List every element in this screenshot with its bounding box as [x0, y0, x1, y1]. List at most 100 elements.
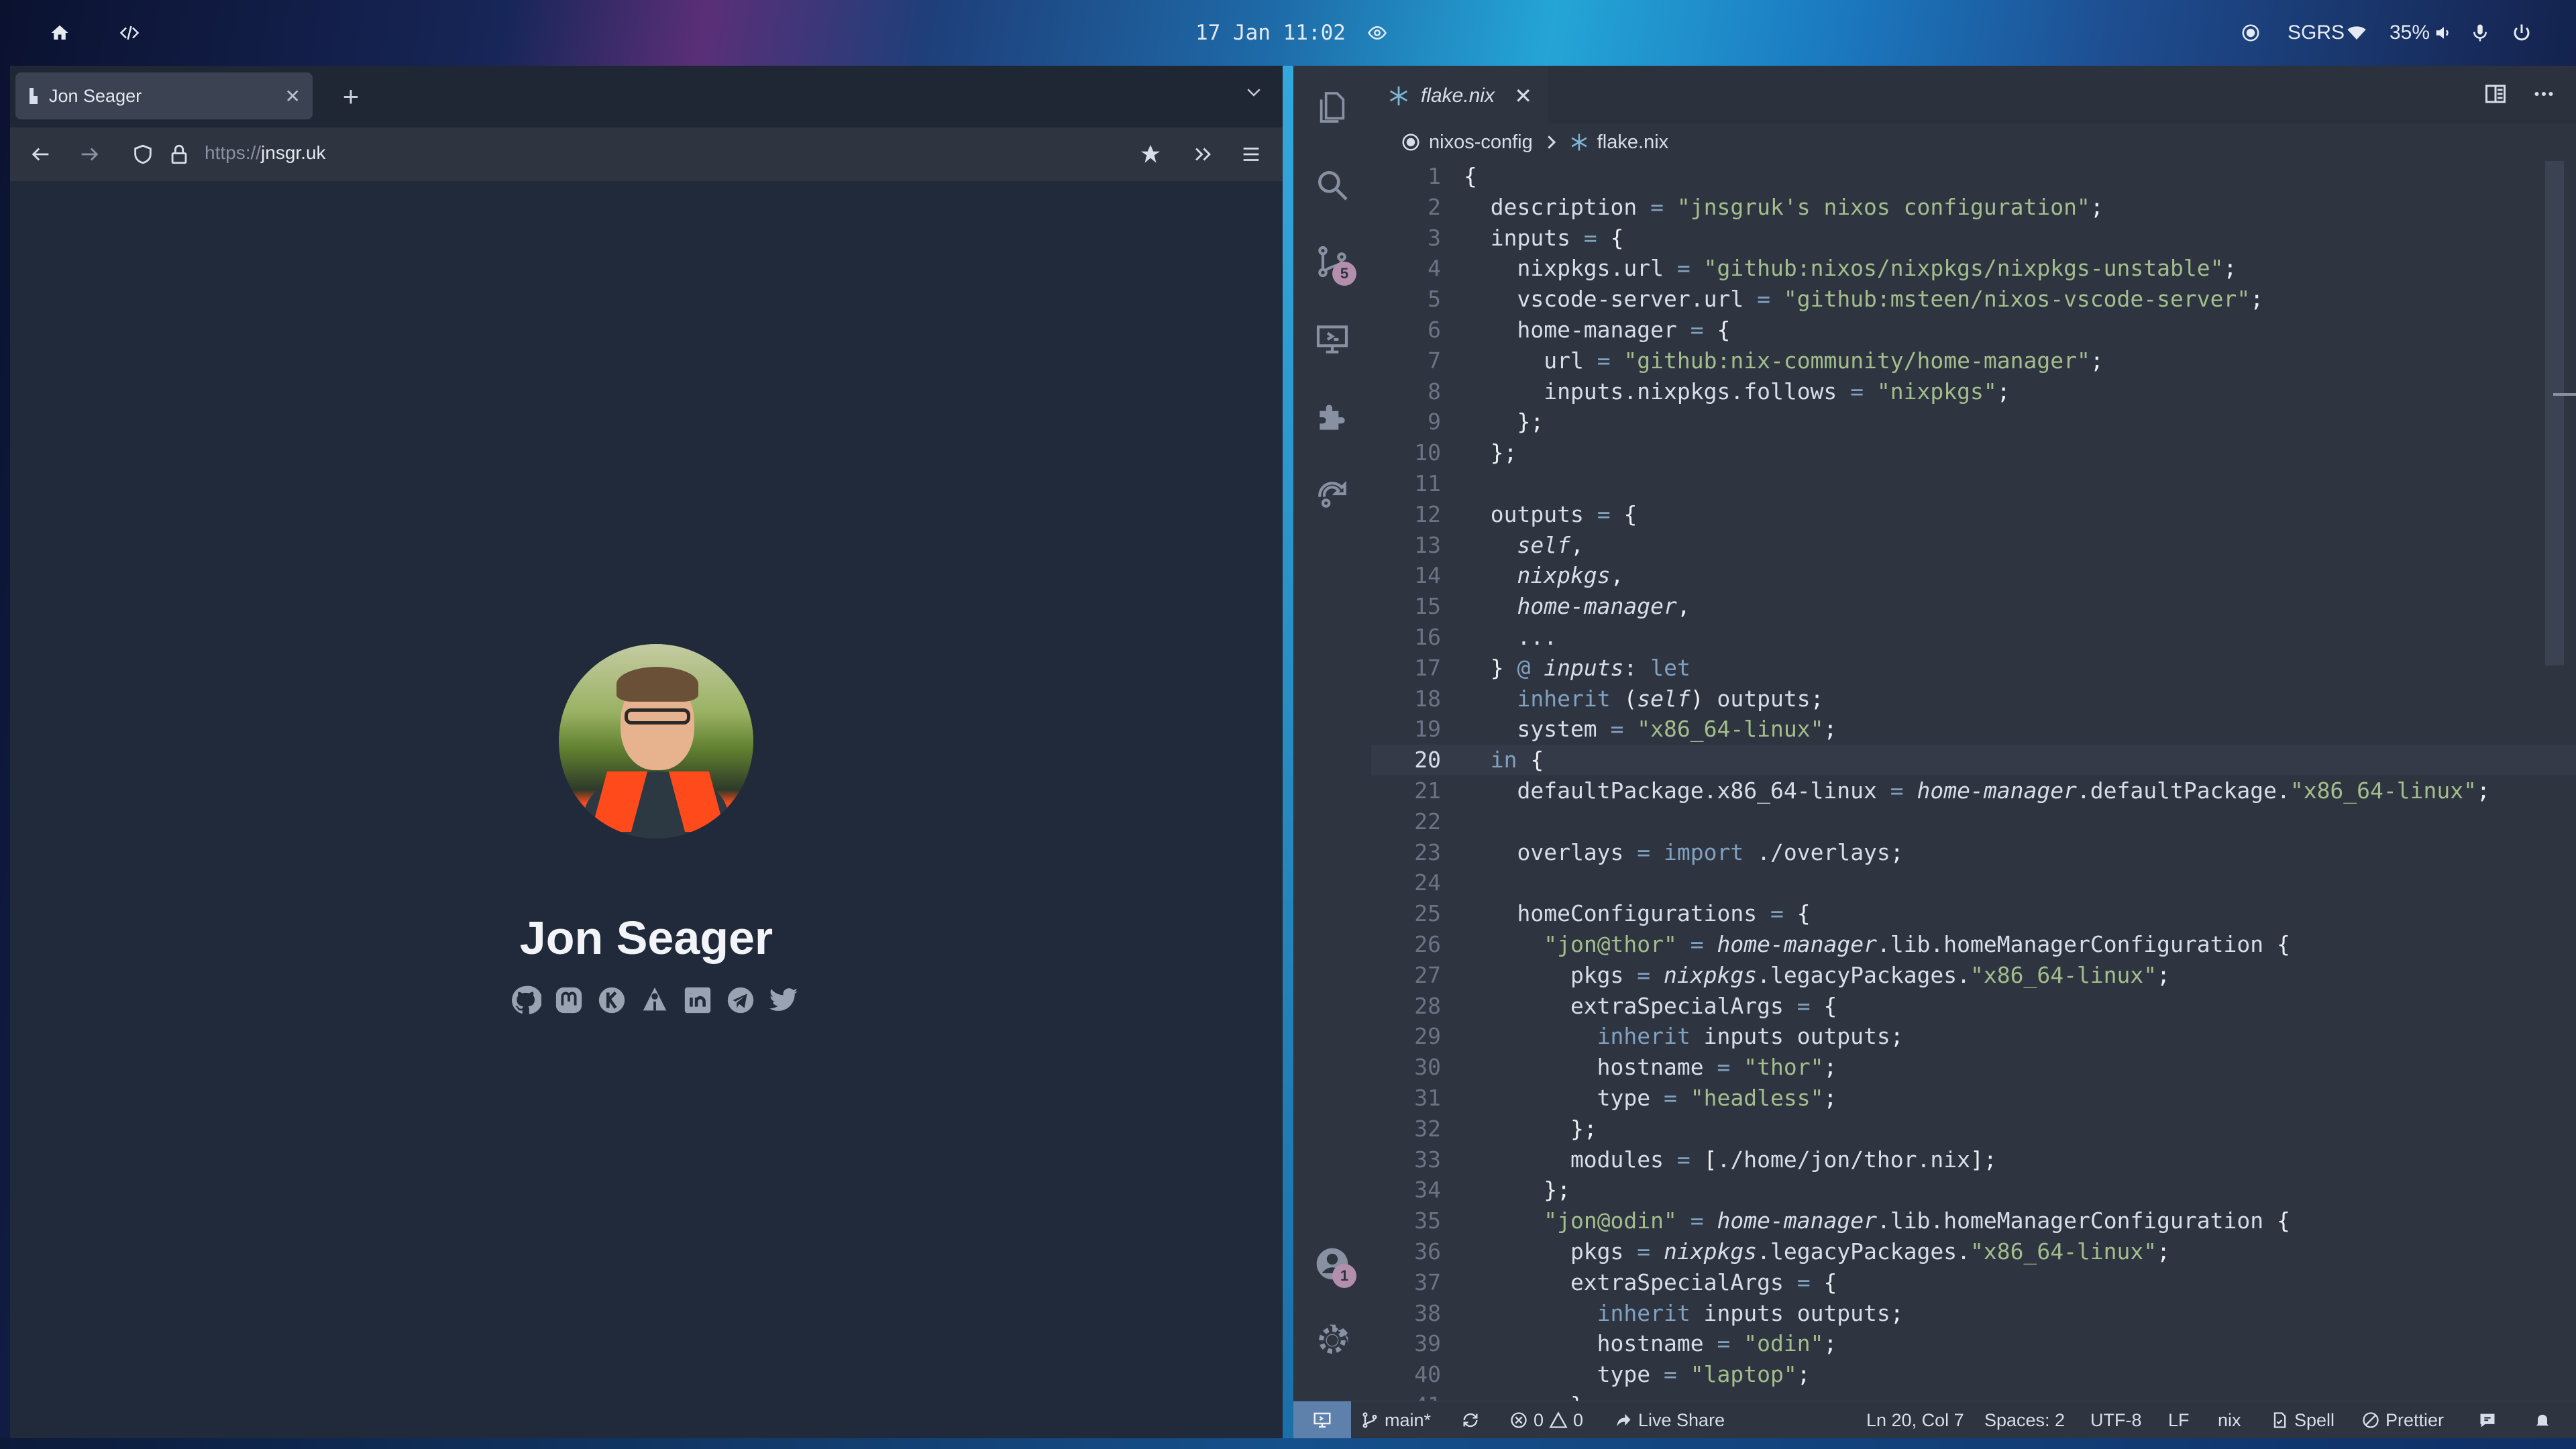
- home-icon[interactable]: [50, 0, 70, 66]
- hamburger-menu-icon[interactable]: [1238, 141, 1265, 168]
- keybase-icon[interactable]: [595, 983, 629, 1017]
- feedback-icon[interactable]: [2478, 1401, 2497, 1439]
- end-of-line[interactable]: LF: [2168, 1401, 2190, 1439]
- code-line[interactable]: 39 hostname = "odin";: [1371, 1328, 2576, 1359]
- url-bar[interactable]: https://jnsgr.uk: [205, 142, 326, 164]
- network-name[interactable]: SGRS: [2288, 0, 2345, 66]
- code-line[interactable]: 17 } @ inputs: let: [1371, 653, 2576, 684]
- language-mode[interactable]: nix: [2218, 1401, 2241, 1439]
- cursor-position[interactable]: Ln 20, Col 7: [1866, 1401, 1964, 1439]
- shield-icon[interactable]: [129, 141, 156, 168]
- code-line[interactable]: 7 url = "github:nix-community/home-manag…: [1371, 345, 2576, 376]
- code-line[interactable]: 30 hostname = "thor";: [1371, 1052, 2576, 1083]
- source-control-icon[interactable]: 5: [1312, 241, 1356, 286]
- problems-indicator[interactable]: 0 0: [1509, 1401, 1583, 1439]
- tab-flake-nix[interactable]: flake.nix ✕: [1371, 66, 1548, 123]
- mastodon-icon[interactable]: [552, 983, 586, 1017]
- code-line[interactable]: 15 home-manager,: [1371, 591, 2576, 622]
- live-share-icon[interactable]: [1312, 474, 1352, 514]
- overflow-chevrons-icon[interactable]: [1189, 141, 1216, 168]
- power-icon[interactable]: [2512, 0, 2532, 66]
- remote-indicator-icon[interactable]: [1293, 1401, 1351, 1439]
- code-line[interactable]: 25 homeConfigurations = {: [1371, 898, 2576, 929]
- code-line[interactable]: 8 inputs.nixpkgs.follows = "nixpkgs";: [1371, 376, 2576, 407]
- list-tabs-chevron-icon[interactable]: [1244, 82, 1264, 105]
- extensions-icon[interactable]: [1312, 397, 1352, 437]
- code-line[interactable]: 23 overlays = import ./overlays;: [1371, 837, 2576, 868]
- circle-dot-icon[interactable]: [2241, 0, 2261, 66]
- code-line[interactable]: 29 inherit inputs outputs;: [1371, 1021, 2576, 1052]
- split-editor-icon[interactable]: [2483, 82, 2508, 106]
- lock-icon[interactable]: [166, 141, 193, 168]
- close-tab-icon[interactable]: ✕: [285, 85, 301, 107]
- volume-icon[interactable]: [2434, 0, 2454, 66]
- search-icon[interactable]: [1312, 165, 1352, 205]
- sync-icon[interactable]: [1461, 1401, 1480, 1439]
- code-line[interactable]: 38 inherit inputs outputs;: [1371, 1298, 2576, 1329]
- code-line[interactable]: 2 description = "jnsgruk's nixos configu…: [1371, 192, 2576, 223]
- bookmark-star-icon[interactable]: [1137, 141, 1164, 168]
- eye-icon[interactable]: [1367, 0, 1387, 66]
- code-line[interactable]: 37 extraSpecialArgs = {: [1371, 1267, 2576, 1298]
- files-explorer-icon[interactable]: [1312, 87, 1352, 127]
- code-line[interactable]: 40 type = "laptop";: [1371, 1359, 2576, 1390]
- microphone-icon[interactable]: [2470, 0, 2490, 66]
- breadcrumb-folder[interactable]: nixos-config: [1429, 131, 1533, 154]
- code-line[interactable]: 9 };: [1371, 407, 2576, 437]
- code-line[interactable]: 35 "jon@odin" = home-manager.lib.homeMan…: [1371, 1205, 2576, 1236]
- code-line[interactable]: 20 in {: [1371, 745, 2576, 775]
- code-line[interactable]: 19 system = "x86_64-linux";: [1371, 714, 2576, 745]
- new-tab-button[interactable]: +: [332, 78, 370, 115]
- breadcrumb-file[interactable]: flake.nix: [1597, 131, 1668, 154]
- git-branch[interactable]: main*: [1360, 1401, 1431, 1439]
- code-line[interactable]: 41 };: [1371, 1390, 2576, 1401]
- vertical-scrollbar[interactable]: [2545, 161, 2564, 665]
- live-share-status[interactable]: Live Share: [1614, 1401, 1725, 1439]
- code-line[interactable]: 26 "jon@thor" = home-manager.lib.homeMan…: [1371, 929, 2576, 960]
- code-line[interactable]: 14 nixpkgs,: [1371, 560, 2576, 591]
- code-line[interactable]: 13 self,: [1371, 530, 2576, 561]
- code-line[interactable]: 21 defaultPackage.x86_64-linux = home-ma…: [1371, 775, 2576, 806]
- notifications-bell-icon[interactable]: [2533, 1401, 2552, 1439]
- code-line[interactable]: 31 type = "headless";: [1371, 1083, 2576, 1114]
- tab-jon-seager[interactable]: Jon Seager ✕: [15, 72, 313, 119]
- code-line[interactable]: 18 inherit (self) outputs;: [1371, 684, 2576, 714]
- code-line[interactable]: 22: [1371, 806, 2576, 837]
- code-editor[interactable]: 1{2 description = "jnsgruk's nixos confi…: [1371, 161, 2576, 1401]
- code-line[interactable]: 4 nixpkgs.url = "github:nixos/nixpkgs/ni…: [1371, 253, 2576, 284]
- more-actions-icon[interactable]: [2532, 82, 2556, 106]
- close-tab-icon[interactable]: ✕: [1514, 83, 1532, 109]
- clock[interactable]: 17 Jan 11:02: [1195, 0, 1346, 66]
- code-line[interactable]: 6 home-manager = {: [1371, 315, 2576, 345]
- linkedin-icon[interactable]: [681, 983, 714, 1017]
- telegram-icon[interactable]: [724, 983, 757, 1017]
- prettier-status[interactable]: Prettier: [2361, 1401, 2444, 1439]
- github-icon[interactable]: [509, 983, 543, 1017]
- settings-gear-icon[interactable]: [1312, 1320, 1352, 1360]
- code-line[interactable]: 3 inputs = {: [1371, 223, 2576, 254]
- indentation[interactable]: Spaces: 2: [1984, 1401, 2065, 1439]
- code-line[interactable]: 12 outputs = {: [1371, 499, 2576, 530]
- forward-arrow-icon[interactable]: [76, 141, 103, 168]
- launchpad-icon[interactable]: [638, 983, 672, 1017]
- code-line[interactable]: 16 ...: [1371, 622, 2576, 653]
- encoding[interactable]: UTF-8: [2090, 1401, 2142, 1439]
- code-line[interactable]: 11: [1371, 468, 2576, 499]
- code-line[interactable]: 36 pkgs = nixpkgs.legacyPackages."x86_64…: [1371, 1236, 2576, 1267]
- code-line[interactable]: 10 };: [1371, 437, 2576, 468]
- wifi-icon[interactable]: [2347, 0, 2367, 66]
- code-line[interactable]: 33 modules = [./home/jon/thor.nix];: [1371, 1144, 2576, 1175]
- spell-checker[interactable]: Spell: [2270, 1401, 2334, 1439]
- code-line[interactable]: 34 };: [1371, 1175, 2576, 1205]
- remote-explorer-icon[interactable]: [1312, 319, 1352, 360]
- code-line[interactable]: 1{: [1371, 161, 2576, 192]
- code-line[interactable]: 32 };: [1371, 1114, 2576, 1144]
- accounts-icon[interactable]: 1: [1312, 1244, 1356, 1288]
- code-icon[interactable]: [119, 0, 140, 66]
- code-line[interactable]: 28 extraSpecialArgs = {: [1371, 991, 2576, 1022]
- window-divider[interactable]: [1283, 66, 1293, 1438]
- twitter-icon[interactable]: [767, 983, 800, 1017]
- back-arrow-icon[interactable]: [28, 141, 54, 168]
- battery-level[interactable]: 35%: [2390, 0, 2430, 66]
- code-line[interactable]: 27 pkgs = nixpkgs.legacyPackages."x86_64…: [1371, 960, 2576, 991]
